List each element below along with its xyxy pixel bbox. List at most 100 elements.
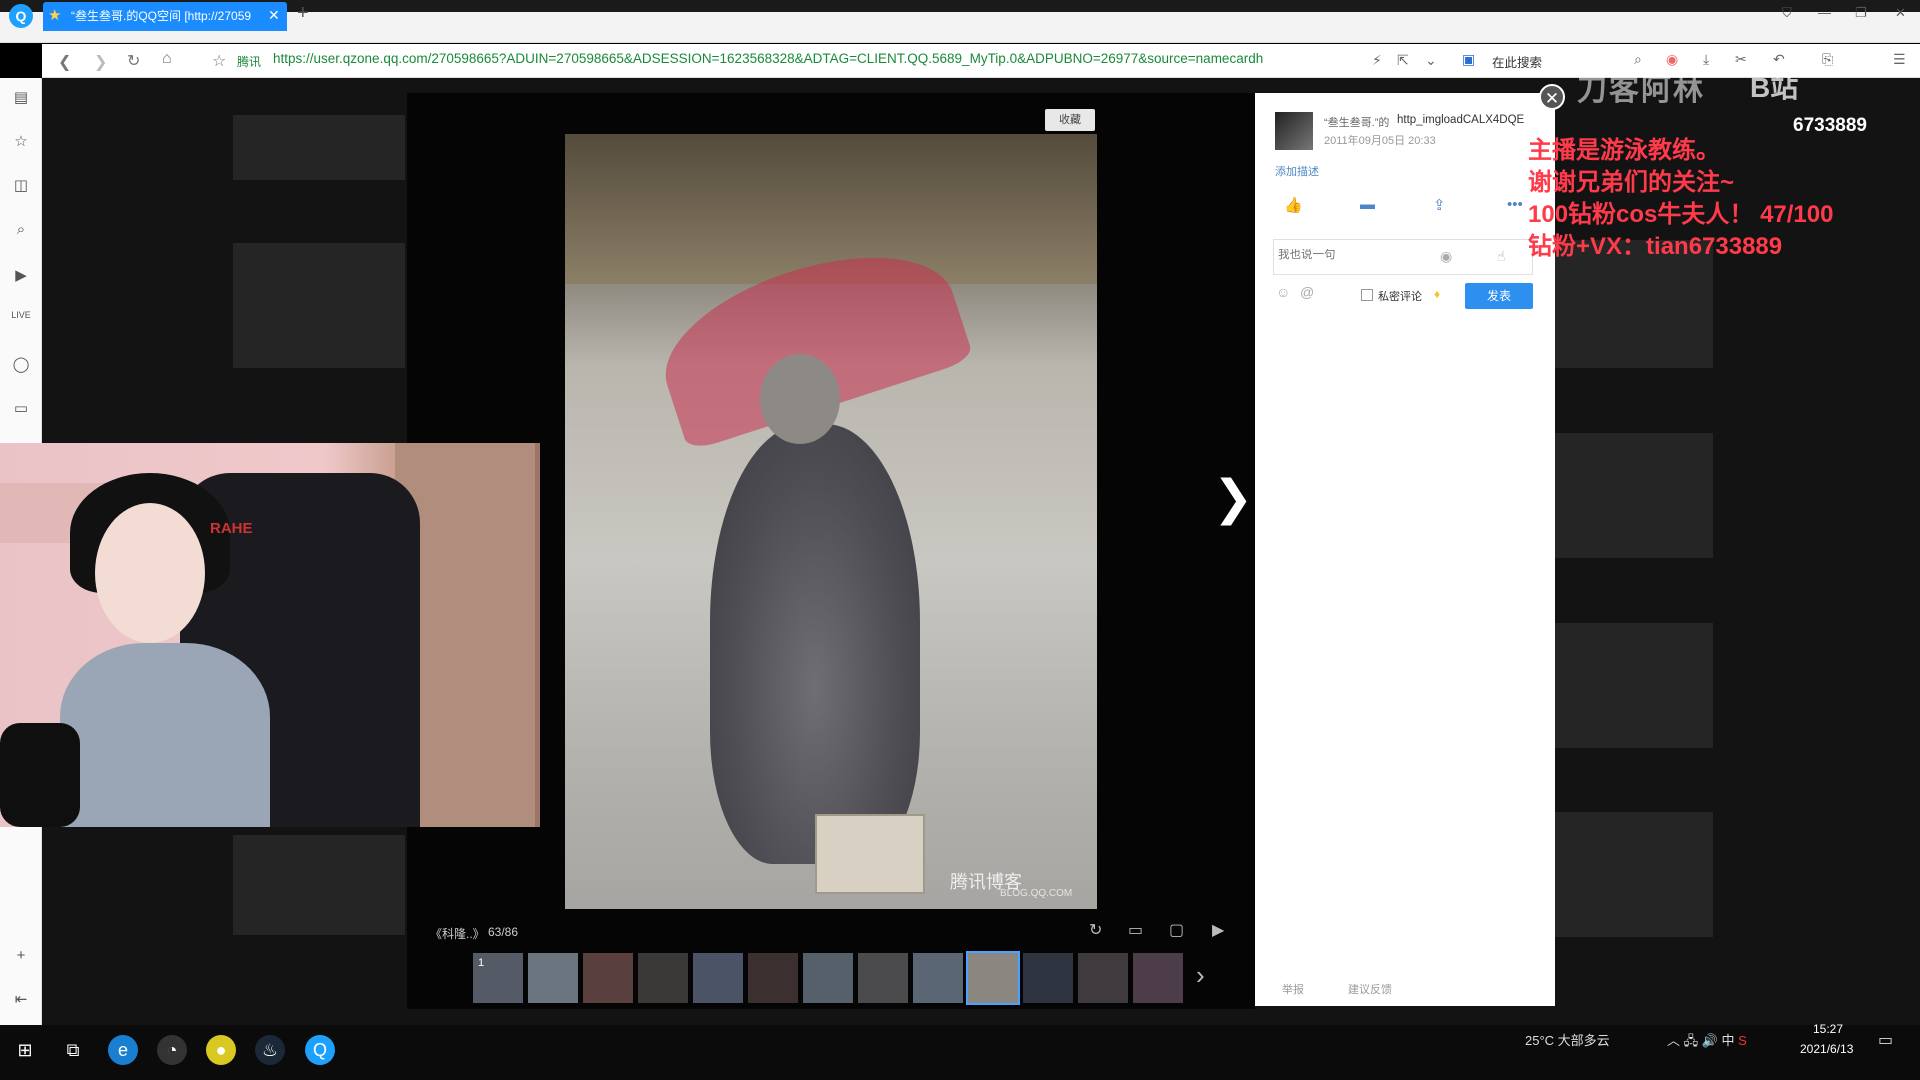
close-tab-icon[interactable]: ✕ (268, 7, 280, 24)
lightning-icon[interactable]: ⚡ (1372, 52, 1382, 69)
forward-icon[interactable]: ❯ (94, 52, 107, 72)
sogou-icon[interactable]: S (1735, 1033, 1747, 1048)
thumbnail[interactable] (748, 953, 798, 1003)
video-icon[interactable]: ▶ (10, 266, 32, 286)
restore-icon[interactable]: ❐ (1855, 5, 1867, 21)
thumbnail[interactable] (913, 953, 963, 1003)
publish-button[interactable]: 发表 (1465, 283, 1533, 309)
comment-icon[interactable]: ▬ (1360, 196, 1375, 213)
thumbnail[interactable]: 1 (473, 953, 523, 1003)
news-icon[interactable]: ▤ (10, 88, 32, 108)
clock-date[interactable]: 2021/6/13 (1800, 1042, 1853, 1056)
main-photo[interactable] (565, 134, 1097, 909)
camera-icon[interactable]: ◉ (1440, 248, 1452, 265)
thumbnail[interactable] (693, 953, 743, 1003)
sidebar-search-icon[interactable]: ⌕ (10, 221, 32, 241)
album-title: 《科隆..》 (430, 927, 485, 941)
collapse-sidebar-icon[interactable]: ⇤ (10, 990, 32, 1010)
search-engine-icon[interactable]: ▣ (1462, 51, 1475, 68)
thumbnail-next-icon[interactable]: › (1196, 960, 1205, 991)
url-field[interactable]: https://user.qzone.qq.com/270598665?ADUI… (273, 48, 1353, 70)
close-viewer-icon[interactable]: ✕ (1539, 84, 1565, 110)
steam-icon[interactable]: ♨ (255, 1035, 285, 1065)
thumbnail[interactable] (858, 953, 908, 1003)
live-icon[interactable]: LIVE (10, 310, 32, 330)
edge-icon[interactable]: e (108, 1035, 138, 1065)
qq-browser-taskbar-icon[interactable]: Q (305, 1035, 335, 1065)
webcam-microphone (0, 723, 80, 827)
bg-photo-thumb (233, 243, 405, 368)
more-icon[interactable]: ••• (1507, 196, 1523, 213)
search-hint[interactable]: 在此搜索 (1492, 52, 1542, 71)
at-icon[interactable]: @ (1300, 284, 1314, 300)
tray-icons[interactable]: ︿ 🖧 🔊 (1667, 1033, 1722, 1048)
fullscreen-icon[interactable]: ▢ (1169, 920, 1184, 940)
refresh-icon[interactable]: ↻ (127, 51, 140, 71)
tab-bar (0, 12, 1920, 43)
thumbnail-strip: 1 (473, 951, 1193, 1005)
windows-start-icon[interactable]: ⊞ (10, 1035, 40, 1065)
favorites-icon[interactable]: ☆ (10, 132, 32, 152)
reader-icon[interactable]: ◫ (10, 176, 32, 196)
thumbnail[interactable] (1078, 953, 1128, 1003)
skin-icon[interactable]: ⛉ (1782, 5, 1792, 21)
share-icon[interactable]: ⇱ (1397, 52, 1409, 69)
scissors-icon[interactable]: ✂ (1735, 51, 1747, 68)
new-tab-button[interactable]: + (297, 2, 309, 25)
add-description-link[interactable]: 添加描述 (1275, 163, 1319, 179)
rotate-icon[interactable]: ↻ (1089, 920, 1102, 940)
qq-browser-logo-icon[interactable]: Q (9, 4, 33, 28)
bg-photo-thumb (233, 115, 405, 180)
extension-icon[interactable]: ⎘ (1822, 51, 1833, 68)
avatar[interactable] (1275, 112, 1313, 150)
obs-icon[interactable]: ◔ (157, 1035, 187, 1065)
comment-input[interactable] (1278, 249, 1418, 261)
photo-name: http_imgloadCALX4DQE (1397, 114, 1525, 126)
dropdown-icon[interactable]: ⌄ (1425, 52, 1437, 69)
thumbnail[interactable] (638, 953, 688, 1003)
photo-date: 2011年09月05日 20:33 (1324, 135, 1436, 147)
app-icon[interactable]: ● (206, 1035, 236, 1065)
thumbs-up-small-icon[interactable]: ☝ (1497, 248, 1506, 265)
photo-counter: 63/86 (488, 925, 519, 939)
clock-time[interactable]: 15:27 (1813, 1022, 1843, 1036)
slideshow-icon[interactable]: ▶ (1212, 920, 1224, 940)
bilibili-logo-icon: B站 (1750, 72, 1799, 103)
like-icon[interactable]: 👍 (1284, 196, 1303, 214)
weather-widget[interactable]: 25°C 大部多云 (1525, 1030, 1610, 1049)
share-photo-icon[interactable]: ⇪ (1433, 196, 1446, 214)
system-tray[interactable]: ︿ 🖧 🔊 中 S (1667, 1030, 1747, 1054)
webcam-body (60, 643, 270, 827)
chat-icon[interactable]: ◯ (10, 355, 32, 375)
back-icon[interactable]: ❮ (58, 52, 71, 72)
photo-tip-chest (815, 814, 925, 894)
author-name[interactable]: “叁生叁哥.”的 (1324, 114, 1389, 130)
private-comment-checkbox[interactable] (1361, 289, 1373, 301)
collect-button[interactable]: 收藏 (1045, 109, 1095, 131)
minimize-icon[interactable]: — (1818, 5, 1831, 20)
close-window-icon[interactable]: ✕ (1895, 5, 1906, 21)
bg-photo-thumb (1555, 812, 1713, 937)
tab-qzone[interactable]: “叁生叁哥.的QQ空间 [http://27059 (43, 2, 287, 31)
home-icon[interactable]: ⌂ (162, 50, 172, 68)
thumbnail-selected[interactable] (966, 951, 1020, 1005)
add-sidebar-icon[interactable]: + (10, 947, 32, 967)
fit-width-icon[interactable]: ▭ (1128, 920, 1143, 940)
thumbnail[interactable] (1133, 953, 1183, 1003)
thumbnail[interactable] (583, 953, 633, 1003)
emoji-icon[interactable]: ☺ (1276, 284, 1290, 300)
toolbox-icon[interactable]: ▭ (10, 399, 32, 419)
report-link[interactable]: 举报 (1282, 981, 1304, 997)
thumbnail[interactable] (1023, 953, 1073, 1003)
task-view-icon[interactable]: ⧉ (58, 1035, 88, 1065)
notification-icon[interactable]: ▭ (1878, 1030, 1893, 1050)
ime-indicator[interactable]: 中 (1722, 1033, 1735, 1048)
feedback-link[interactable]: 建议反馈 (1348, 981, 1392, 997)
menu-icon[interactable]: ☰ (1893, 51, 1906, 68)
thumbnail[interactable] (803, 953, 853, 1003)
photo-statue-figure (710, 424, 920, 864)
bookmark-star-icon[interactable]: ☆ (212, 51, 226, 71)
thumbnail[interactable] (528, 953, 578, 1003)
next-photo-icon[interactable]: ❯ (1213, 470, 1253, 526)
overlay-line: 钻粉+VX：tian6733889 (1528, 233, 1783, 260)
